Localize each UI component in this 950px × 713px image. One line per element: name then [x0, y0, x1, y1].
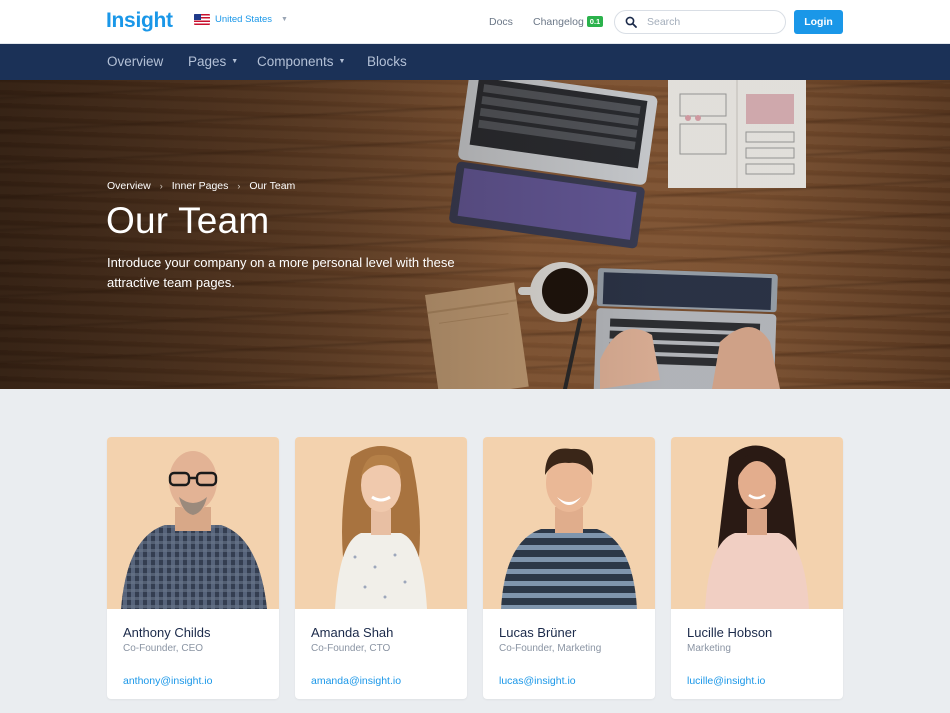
nav-item-blocks[interactable]: Blocks — [367, 54, 407, 69]
chevron-right-icon: › — [159, 181, 163, 191]
nav-item-pages[interactable]: Pages ▼ — [188, 54, 238, 69]
main-nav: Overview Pages ▼ Components ▼ Blocks — [0, 44, 950, 80]
search-icon — [625, 16, 637, 28]
chevron-down-icon: ▼ — [281, 16, 288, 23]
nav-item-components[interactable]: Components ▼ — [257, 54, 345, 69]
team-member-name: Lucille Hobson — [687, 625, 773, 640]
site-logo[interactable]: Insight — [106, 9, 173, 33]
breadcrumb-overview[interactable]: Overview — [107, 180, 151, 192]
team-member-role: Co-Founder, CEO — [123, 643, 204, 654]
changelog-link[interactable]: Changelog 0.1 — [533, 16, 604, 28]
team-member-photo — [107, 437, 279, 609]
locale-selector[interactable]: United States ▼ — [194, 14, 288, 25]
caret-down-icon: ▼ — [338, 58, 346, 65]
page-subtitle: Introduce your company on a more persona… — [107, 255, 455, 290]
search-box[interactable] — [614, 10, 786, 34]
us-flag-icon — [194, 14, 210, 25]
nav-label: Pages — [188, 54, 227, 69]
nav-item-overview[interactable]: Overview — [107, 54, 163, 69]
nav-label: Overview — [107, 54, 164, 69]
team-member-photo — [295, 437, 467, 609]
caret-down-icon: ▼ — [231, 58, 239, 65]
team-card: Lucas Brüner Co-Founder, Marketing lucas… — [483, 437, 655, 699]
team-member-email[interactable]: anthony@insight.io — [123, 675, 212, 687]
changelog-label: Changelog — [533, 16, 584, 28]
breadcrumb: Overview › Inner Pages › Our Team — [107, 180, 295, 192]
team-card: Lucille Hobson Marketing lucille@insight… — [671, 437, 843, 699]
page-title: Our Team — [106, 200, 270, 241]
team-member-role: Marketing — [687, 643, 731, 654]
version-badge: 0.1 — [586, 16, 604, 27]
team-member-name: Amanda Shah — [311, 625, 394, 640]
team-member-role: Co-Founder, Marketing — [499, 643, 602, 654]
team-card: Amanda Shah Co-Founder, CTO amanda@insig… — [295, 437, 467, 699]
nav-label: Components — [257, 54, 334, 69]
login-button[interactable]: Login — [794, 10, 843, 34]
team-member-photo — [483, 437, 655, 609]
team-card: Anthony Childs Co-Founder, CEO anthony@i… — [107, 437, 279, 699]
top-bar: Insight United States ▼ Docs Changelog 0.… — [0, 0, 950, 44]
team-member-name: Anthony Childs — [123, 625, 211, 640]
locale-label: United States — [215, 14, 273, 25]
team-member-email[interactable]: lucille@insight.io — [687, 675, 765, 687]
chevron-right-icon: › — [237, 181, 241, 191]
team-member-role: Co-Founder, CTO — [311, 643, 391, 654]
team-member-email[interactable]: lucas@insight.io — [499, 675, 576, 687]
docs-link[interactable]: Docs — [489, 16, 513, 28]
hero-banner: Overview › Inner Pages › Our Team Our Te… — [0, 80, 950, 389]
nav-label: Blocks — [367, 54, 407, 69]
team-member-email[interactable]: amanda@insight.io — [311, 675, 401, 687]
search-input[interactable] — [647, 16, 777, 28]
breadcrumb-inner-pages[interactable]: Inner Pages — [172, 180, 229, 192]
breadcrumb-current: Our Team — [249, 180, 296, 192]
team-member-photo — [671, 437, 843, 609]
team-member-name: Lucas Brüner — [499, 625, 577, 640]
